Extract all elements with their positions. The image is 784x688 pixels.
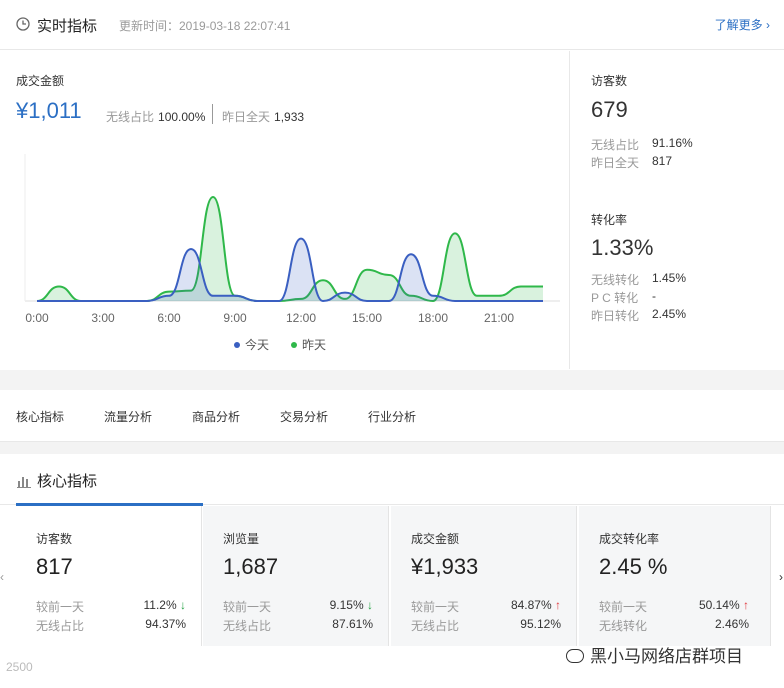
section-gap	[0, 370, 784, 390]
x-tick-label: 3:00	[91, 311, 115, 325]
hourly-trend-chart[interactable]: 0:00 3:00 6:00 9:00 12:00 15:00 18:00 21:00 今天 昨天	[0, 146, 570, 356]
gmv-wireless: 无线占比 100.00%	[106, 110, 206, 124]
analysis-tabs: 核心指标 流量分析 商品分析 交易分析 行业分析	[0, 390, 784, 442]
card-label: 成交转化率	[599, 532, 660, 546]
realtime-header: 实时指标 更新时间：2019-03-18 22:07:41 了解更多 ›	[0, 0, 784, 50]
card-wireless: 无线占比 87.61%	[223, 617, 373, 633]
x-tick-label: 15:00	[352, 311, 382, 325]
scroll-left-icon[interactable]: ‹	[0, 570, 4, 584]
x-tick-label: 0:00	[25, 311, 49, 325]
clock-icon	[16, 17, 30, 31]
x-tick-label: 9:00	[223, 311, 247, 325]
watermark: 黑小马网络店群项目	[566, 642, 743, 667]
visitors-label: 访客数	[591, 74, 628, 88]
metrics-side-panel: 访客数 679 无线占比 91.16% 昨日全天 817 转化率 1.33% 无线转…	[571, 51, 784, 369]
card-change: 较前一天 11.2% ↓	[36, 598, 186, 614]
visitors-value: 679	[591, 97, 628, 122]
card-change: 较前一天 50.14% ↑	[599, 598, 749, 614]
card-label: 成交金额	[411, 532, 460, 546]
tab-trade-analysis[interactable]: 交易分析	[280, 408, 328, 425]
tab-product-analysis[interactable]: 商品分析	[192, 408, 240, 425]
gmv-value: ¥1,011	[16, 98, 82, 123]
card-value: 1,687	[223, 554, 279, 579]
x-tick-label: 6:00	[157, 311, 181, 325]
legend-dot	[291, 342, 297, 348]
conversion-value: 1.33%	[591, 235, 654, 260]
conversion-yesterday: 昨日转化 2.45%	[591, 307, 687, 323]
card-wireless: 无线转化 2.46%	[599, 617, 749, 633]
x-tick-label: 21:00	[484, 311, 514, 325]
arrow-down-icon: ↓	[180, 598, 186, 612]
scroll-right-icon[interactable]: ›	[779, 570, 783, 584]
card-wireless: 无线占比 95.12%	[411, 617, 561, 633]
x-tick-label: 18:00	[418, 311, 448, 325]
update-time: 更新时间：2019-03-18 22:07:41	[119, 19, 291, 33]
legend-label[interactable]: 昨天	[302, 338, 326, 352]
conversion-wireless: 无线转化 1.45%	[591, 271, 687, 287]
gmv-yesterday: 昨日全天 1,933	[222, 110, 305, 124]
footer-left-text: 2500	[6, 660, 33, 674]
card-change: 较前一天 9.15% ↓	[223, 598, 373, 614]
visitors-yesterday: 昨日全天 817	[591, 154, 673, 170]
arrow-down-icon: ↓	[367, 598, 373, 612]
card-value: ¥1,933	[411, 554, 479, 579]
gmv-label: 成交金额	[16, 74, 65, 88]
gmv-panel: 成交金额 ¥1,011 无线占比 100.00% 昨日全天 1,933 0:00 3:…	[0, 51, 570, 369]
section-gap	[0, 442, 784, 454]
conversion-pc: P C 转化 -	[591, 289, 656, 305]
bar-chart-icon	[17, 477, 31, 488]
tab-industry-analysis[interactable]: 行业分析	[368, 408, 416, 425]
card-label: 访客数	[36, 532, 73, 546]
card-value: 2.45 %	[599, 554, 668, 579]
card-label: 浏览量	[223, 532, 260, 546]
section-title: 实时指标	[37, 18, 98, 35]
arrow-up-icon: ↑	[555, 598, 561, 612]
card-conversion[interactable]: 成交转化率 2.45 % 较前一天 50.14% ↑ 无线转化 2.46%	[579, 506, 771, 646]
core-title: 核心指标	[37, 473, 98, 490]
learn-more-link[interactable]: 了解更多 ›	[715, 16, 770, 33]
card-pageviews[interactable]: 浏览量 1,687 较前一天 9.15% ↓ 无线占比 87.61%	[203, 506, 389, 646]
conversion-label: 转化率	[591, 213, 628, 227]
arrow-up-icon: ↑	[743, 598, 749, 612]
card-wireless: 无线占比 94.37%	[36, 617, 186, 633]
wechat-icon	[566, 649, 584, 663]
tab-traffic-analysis[interactable]: 流量分析	[104, 408, 152, 425]
card-visitors[interactable]: 访客数 817 较前一天 11.2% ↓ 无线占比 94.37%	[16, 506, 202, 646]
x-tick-label: 12:00	[286, 311, 316, 325]
card-value: 817	[36, 554, 73, 579]
divider	[212, 104, 213, 124]
card-change: 较前一天 84.87% ↑	[411, 598, 561, 614]
tab-core-metrics[interactable]: 核心指标	[16, 408, 64, 425]
visitors-wireless: 无线占比 91.16%	[591, 136, 693, 152]
card-gmv[interactable]: 成交金额 ¥1,933 较前一天 84.87% ↑ 无线占比 95.12%	[391, 506, 577, 646]
legend-dot	[234, 342, 240, 348]
legend-label[interactable]: 今天	[245, 337, 269, 352]
